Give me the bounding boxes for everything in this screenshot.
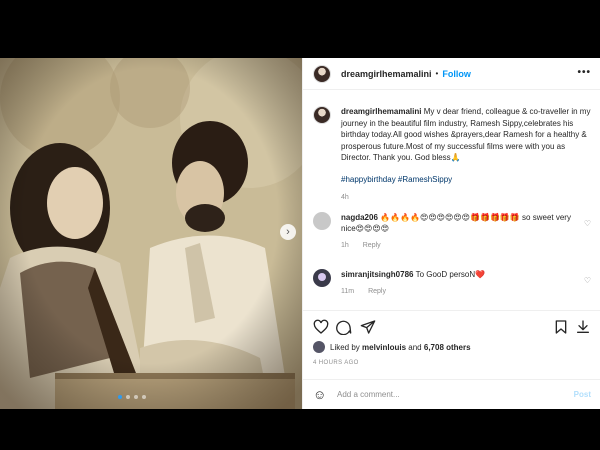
post-comment-button[interactable]: Post: [574, 390, 591, 399]
comment-text: To GooD persoN❤️: [415, 270, 486, 279]
comment-username[interactable]: simranjitsingh0786: [341, 270, 413, 279]
post-photo[interactable]: ›: [0, 58, 302, 409]
caption-avatar[interactable]: [313, 106, 331, 124]
liker-username[interactable]: melvinlouis: [362, 343, 406, 352]
caption-username[interactable]: dreamgirlhemamalini: [341, 107, 421, 116]
carousel-dot: [142, 395, 146, 399]
comment-input[interactable]: [337, 390, 557, 399]
heart-icon[interactable]: [313, 319, 329, 335]
likes-summary: Liked by melvinlouis and 6,708 others: [313, 341, 471, 353]
bookmark-icon[interactable]: [553, 319, 569, 335]
likes-prefix: Liked by: [330, 342, 360, 352]
reply-button[interactable]: Reply: [368, 288, 386, 295]
carousel-indicator: [118, 395, 146, 399]
download-icon[interactable]: [575, 319, 591, 335]
commenter-avatar[interactable]: [313, 269, 331, 287]
comment-icon[interactable]: [336, 319, 352, 335]
carousel-dot: [134, 395, 138, 399]
comment-item: simranjitsingh0786 To GooD persoN❤️ 11m …: [313, 269, 595, 297]
send-icon[interactable]: [360, 319, 376, 335]
commenter-avatar[interactable]: [313, 212, 331, 230]
post-sidebar: dreamgirlhemamalini • Follow ••• dreamgi…: [302, 58, 600, 409]
next-photo-button[interactable]: ›: [280, 224, 296, 240]
instagram-post-window: › dreamgirlhemamalini • Follow ••• dream…: [0, 58, 600, 409]
comment-composer: ☺ Post: [303, 379, 600, 409]
vintage-photo-image: [0, 58, 302, 409]
comment-heart-icon[interactable]: ♡: [584, 276, 591, 285]
author-username[interactable]: dreamgirlhemamalini: [341, 69, 432, 79]
emoji-icon[interactable]: ☺: [313, 387, 331, 402]
carousel-dot: [118, 395, 122, 399]
follow-button[interactable]: Follow: [442, 69, 471, 79]
post-caption: dreamgirlhemamalini My v dear friend, co…: [313, 106, 595, 203]
likes-count[interactable]: 6,708 others: [424, 343, 471, 352]
likes-mid: and: [408, 342, 422, 352]
comment-timestamp: 1h: [341, 242, 349, 249]
comment-timestamp: 11m: [341, 288, 355, 295]
caption-hashtags[interactable]: #happybirthday #RameshSippy: [341, 174, 593, 186]
caption-timestamp: 4h: [341, 193, 349, 201]
more-horizontal-icon[interactable]: •••: [577, 67, 591, 78]
action-bar: [303, 310, 600, 336]
comment-username[interactable]: nagda206: [341, 213, 378, 222]
comment-heart-icon[interactable]: ♡: [584, 219, 591, 228]
comment-item: nagda206 🔥🔥🔥🔥😍😍😍😍😍😍🎁🎁🎁🎁🎁 so sweet very n…: [313, 212, 595, 251]
reply-button[interactable]: Reply: [363, 242, 381, 249]
carousel-dot: [126, 395, 130, 399]
liker-avatar[interactable]: [313, 341, 325, 353]
header-separator: •: [435, 69, 439, 78]
author-avatar[interactable]: [313, 64, 331, 83]
post-timestamp: 4 HOURS AGO: [313, 360, 359, 366]
post-header: dreamgirlhemamalini • Follow •••: [303, 58, 600, 90]
